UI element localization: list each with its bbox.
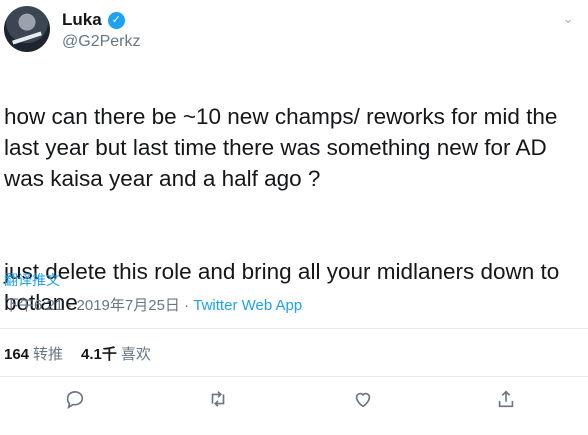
retweets-count: 164: [4, 346, 30, 363]
tweet-text-paragraph-1: how can there be ~10 new champs/ reworks…: [4, 104, 558, 191]
translate-tweet-link[interactable]: 翻译推文: [4, 270, 60, 290]
divider-bottom: [0, 376, 588, 377]
handle[interactable]: @G2Perkz: [62, 33, 140, 51]
tweet-source[interactable]: Twitter Web App: [193, 297, 302, 314]
tweet-time[interactable]: 下午6:21 · 2019年7月25日 ·: [4, 297, 193, 314]
likes-stat[interactable]: 4.1千 喜欢: [81, 343, 151, 364]
tweet-meta: 下午6:21 · 2019年7月25日 · Twitter Web App: [4, 294, 302, 315]
retweet-icon[interactable]: [207, 388, 233, 414]
share-icon[interactable]: [495, 388, 521, 414]
retweets-stat[interactable]: 164 转推: [4, 343, 63, 364]
tweet-stats: 164 转推 4.1千 喜欢: [4, 343, 151, 364]
reply-icon[interactable]: [64, 388, 90, 414]
like-icon[interactable]: [352, 388, 378, 414]
divider-top: [0, 328, 588, 329]
display-name[interactable]: Luka: [62, 10, 102, 30]
retweets-label: 转推: [33, 346, 64, 363]
action-bar: [0, 388, 588, 418]
tweet-text: how can there be ~10 new champs/ reworks…: [4, 70, 582, 318]
likes-label: 喜欢: [120, 346, 151, 363]
avatar[interactable]: [4, 6, 50, 52]
avatar-stripe: [12, 31, 42, 45]
verified-badge-icon: ✓: [107, 11, 125, 29]
likes-count: 4.1千: [81, 346, 117, 363]
chevron-down-icon[interactable]: ⌄: [562, 10, 574, 27]
author-name-row: Luka ✓: [62, 10, 125, 30]
